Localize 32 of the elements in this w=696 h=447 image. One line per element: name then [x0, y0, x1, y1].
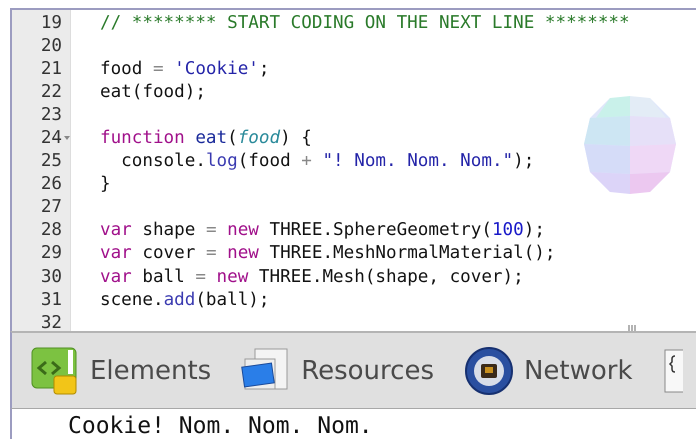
line-number: 30 [40, 266, 62, 287]
line-number: 27 [40, 197, 62, 218]
toolbar-tab[interactable]: Elements [30, 346, 212, 396]
line-number: 31 [40, 290, 62, 310]
code-line: var ball = new THREE.Mesh(shape, cover); [100, 266, 524, 287]
line-number: 24 [40, 128, 62, 148]
code-editor[interactable] [10, 8, 696, 331]
line-number: 25 [40, 151, 62, 172]
code-line: console.log(food + "! Nom. Nom. Nom."); [120, 151, 534, 172]
console-output: Cookie! Nom. Nom. Nom. [68, 413, 374, 439]
code-line: eat(food); [100, 82, 206, 102]
line-number: 20 [40, 36, 62, 56]
code-line: scene.add(ball); [100, 290, 270, 310]
line-number: 29 [40, 243, 62, 264]
line-number: 23 [40, 104, 62, 125]
line-number: 26 [40, 174, 62, 194]
code-line: } [100, 174, 111, 194]
line-number: 22 [40, 82, 62, 102]
line-number: 32 [40, 312, 62, 331]
resize-grip-icon[interactable] [628, 325, 636, 331]
fold-marker-icon[interactable] [64, 136, 70, 140]
line-number: 21 [40, 58, 62, 79]
network-globe-icon [464, 346, 514, 396]
toolbar-tab[interactable]: Resources [241, 346, 434, 394]
toolbar-tab[interactable]: Network [464, 346, 633, 396]
code-line: var shape = new THREE.SphereGeometry(100); [100, 220, 545, 240]
code-line: var cover = new THREE.MeshNormalMaterial(); [100, 243, 556, 264]
code-line: function eat(food) { [100, 128, 312, 148]
line-number: 28 [40, 220, 62, 240]
line-number: 19 [40, 12, 62, 33]
code-line: // ******** START CODING ON THE NEXT LINE ******** [100, 12, 630, 33]
code-line: food = 'Cookie'; [100, 58, 270, 79]
